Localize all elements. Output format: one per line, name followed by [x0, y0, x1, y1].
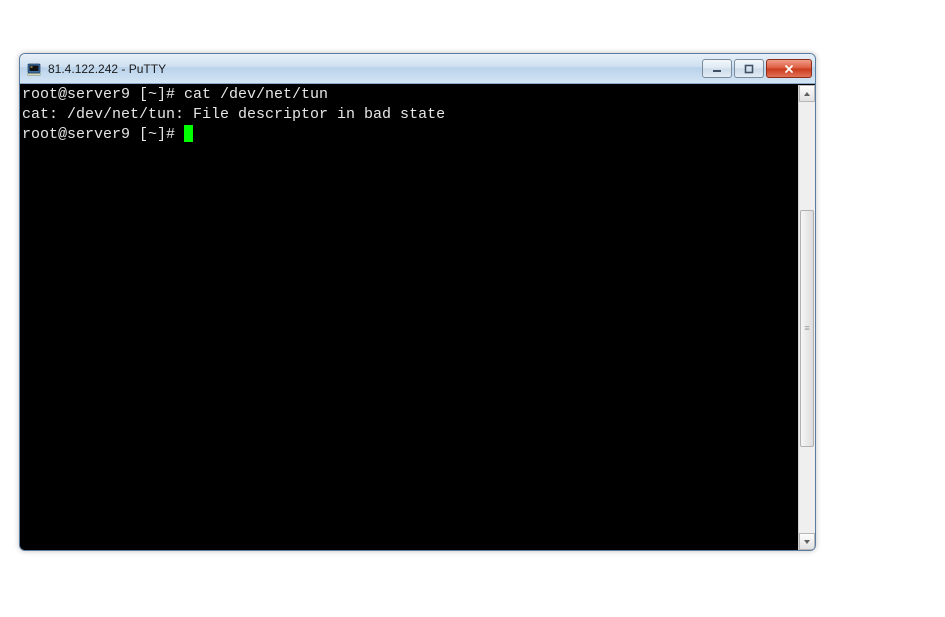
terminal-line: cat: /dev/net/tun: File descriptor in ba… — [22, 105, 796, 125]
scroll-up-button[interactable] — [799, 85, 815, 102]
putty-icon — [26, 61, 42, 77]
terminal-line: root@server9 [~]# cat /dev/net/tun — [22, 85, 796, 105]
vertical-scrollbar[interactable]: ≡ — [798, 85, 815, 550]
window-controls — [702, 59, 812, 78]
scroll-track[interactable]: ≡ — [799, 102, 815, 533]
maximize-button[interactable] — [734, 59, 764, 78]
prompt-text: root@server9 [~]# — [22, 126, 184, 143]
terminal-line: root@server9 [~]# — [22, 125, 796, 145]
cursor — [184, 125, 193, 142]
putty-window: 81.4.122.242 - PuTTY root@server9 [~]# c… — [19, 53, 816, 551]
close-button[interactable] — [766, 59, 812, 78]
titlebar[interactable]: 81.4.122.242 - PuTTY — [20, 54, 815, 84]
scroll-thumb[interactable]: ≡ — [800, 210, 814, 447]
window-title: 81.4.122.242 - PuTTY — [48, 62, 702, 76]
terminal-output[interactable]: root@server9 [~]# cat /dev/net/tuncat: /… — [20, 85, 798, 550]
scroll-down-button[interactable] — [799, 533, 815, 550]
terminal-container: root@server9 [~]# cat /dev/net/tuncat: /… — [20, 84, 815, 550]
minimize-button[interactable] — [702, 59, 732, 78]
